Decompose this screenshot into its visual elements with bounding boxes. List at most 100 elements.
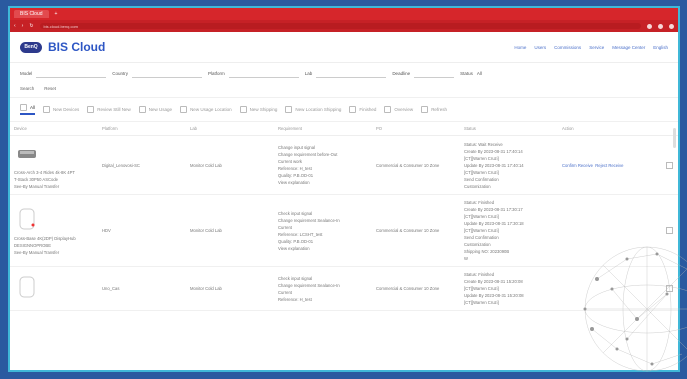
- col-requirement: Requirement: [274, 122, 372, 136]
- nav-message-center[interactable]: Message Center: [612, 45, 645, 50]
- lab-input[interactable]: [316, 69, 387, 78]
- forward-icon[interactable]: ›: [22, 23, 24, 29]
- table-row[interactable]: Cross-Arch 3-4 Rides 4k-8K 4PT T-Stack 3…: [10, 135, 678, 195]
- platform-cell: HDV: [98, 194, 186, 267]
- scrollbar[interactable]: [673, 128, 676, 148]
- filter-bar: Model Country Platform Lab Deadline Stat…: [10, 63, 678, 84]
- browser-urlbar: ‹ › ↻ bis.cloud.benq.com: [10, 20, 678, 32]
- grid-icon: [20, 104, 27, 111]
- country-label: Country: [112, 71, 129, 76]
- device-thumbnail: [14, 274, 40, 300]
- status-select[interactable]: All: [477, 71, 482, 76]
- platform-input[interactable]: [228, 69, 299, 78]
- tab-new-devices[interactable]: New Devices: [43, 106, 79, 113]
- lab-label: Lab: [304, 71, 313, 76]
- nav-language[interactable]: English: [653, 45, 668, 50]
- tab-label: Finished: [359, 107, 377, 112]
- tab-new-usage[interactable]: New Usage: [138, 106, 173, 113]
- requirement-cell: Check input signal Change requirement Se…: [274, 266, 372, 311]
- action-cell: [558, 194, 662, 267]
- benq-logo: BenQ: [20, 41, 42, 53]
- refresh-button[interactable]: Refresh: [421, 106, 447, 113]
- country-input[interactable]: [132, 69, 203, 78]
- check-icon: [349, 106, 357, 113]
- confirm-receive-button[interactable]: Confirm Receive: [562, 163, 593, 168]
- lab-cell: Monitor Cold Lab: [186, 135, 274, 195]
- col-device: Device: [10, 122, 98, 136]
- overview-icon: [384, 106, 392, 113]
- requirement-cell: Change input signal Change requirement b…: [274, 135, 372, 195]
- po-cell: Commercial & Consumer 10 Zone: [372, 135, 460, 195]
- browser-tab[interactable]: BIS Cloud: [14, 10, 49, 18]
- model-label: Model: [20, 71, 33, 76]
- po-cell: Commercial & Consumer 10 Zone: [372, 266, 460, 311]
- deadline-input[interactable]: [414, 69, 455, 78]
- device-name: Cross-Base 4K(2DP) DisplayHub DESIGNNOPR…: [14, 235, 76, 255]
- platform-cell: Digital_Lenovosi-SC: [98, 135, 186, 195]
- extension-icon[interactable]: [647, 23, 652, 29]
- tab-overview[interactable]: Overview: [384, 106, 413, 113]
- tab-label: Review Still New: [97, 107, 131, 112]
- action-cell: Confirm Receive Reject Receive: [558, 135, 662, 195]
- tab-usage-location[interactable]: New Usage Location: [180, 106, 232, 113]
- tab-label: New Devices: [53, 107, 80, 112]
- tab-all[interactable]: All: [20, 104, 36, 115]
- col-lab: Lab: [186, 122, 274, 136]
- tab-label: New Location Shipping: [295, 107, 342, 112]
- reject-receive-button[interactable]: Reject Receive: [595, 163, 623, 168]
- deadline-label: Deadline: [392, 71, 411, 76]
- tab-label: Refresh: [431, 107, 447, 112]
- po-cell: Commercial & Consumer 10 Zone: [372, 194, 460, 267]
- app-header: BenQ BIS Cloud Home Users Commissions Se…: [10, 32, 678, 63]
- reload-icon[interactable]: ↻: [29, 23, 33, 29]
- device-icon: [43, 106, 51, 113]
- status-cell: Status: Wait Receive Create By 2023-08-3…: [460, 135, 558, 195]
- nav-users[interactable]: Users: [534, 45, 546, 50]
- action-cell: [558, 266, 662, 311]
- tab-location-shipping[interactable]: New Location Shipping: [285, 106, 341, 113]
- truck-icon: [239, 106, 247, 113]
- location-icon: [180, 106, 188, 113]
- row-checkbox[interactable]: [666, 285, 673, 292]
- reset-button[interactable]: Reset: [44, 86, 56, 91]
- tab-all-label: All: [30, 105, 36, 110]
- new-tab-icon[interactable]: +: [55, 11, 58, 17]
- table-row[interactable]: Cross-Base 4K(2DP) DisplayHub DESIGNNOPR…: [10, 194, 678, 267]
- lab-cell: Monitor Cold Lab: [186, 194, 274, 267]
- row-checkbox[interactable]: [666, 161, 673, 169]
- tab-review[interactable]: Review Still New: [87, 106, 131, 113]
- nav-commissions[interactable]: Commissions: [554, 45, 581, 50]
- tab-finished[interactable]: Finished: [349, 106, 376, 113]
- device-thumbnail: [14, 140, 40, 166]
- col-po: PO: [372, 122, 460, 136]
- tab-label: New Usage Location: [190, 107, 232, 112]
- platform-label: Platform: [208, 71, 225, 76]
- tab-label: Overview: [394, 107, 414, 112]
- nav-home[interactable]: Home: [514, 45, 526, 50]
- pin-icon: [285, 106, 293, 113]
- status-toolbar: All New Devices Review Still New New Usa…: [10, 97, 678, 122]
- model-input[interactable]: [36, 69, 107, 78]
- platform-cell: Uno_Cas: [98, 266, 186, 311]
- row-checkbox[interactable]: [666, 227, 673, 234]
- table-row[interactable]: Uno_Cas Monitor Cold Lab Check input sig…: [10, 266, 678, 311]
- review-icon: [87, 106, 95, 113]
- status-cell: Status: Finished Create By 2023-08-31 15…: [460, 266, 558, 311]
- tab-shipping[interactable]: New Shipping: [239, 106, 277, 113]
- address-bar[interactable]: bis.cloud.benq.com: [39, 23, 641, 29]
- search-button[interactable]: Search: [20, 86, 34, 91]
- profile-icon[interactable]: [658, 23, 663, 29]
- device-thumbnail: [14, 206, 40, 232]
- device-name: Cross-Arch 3-4 Rides 4k-8K 4PT T-Stack 3…: [14, 170, 75, 189]
- tab-label: New Usage: [148, 107, 173, 112]
- requirement-cell: Check input signal Change requirement Se…: [274, 194, 372, 267]
- col-status: Status: [460, 122, 558, 136]
- menu-icon[interactable]: [669, 23, 674, 29]
- device-table: Device Platform Lab Requirement PO Statu…: [10, 122, 678, 311]
- app-window: BIS Cloud + ‹ › ↻ bis.cloud.benq.com Ben…: [8, 6, 680, 372]
- nav-service[interactable]: Service: [589, 45, 604, 50]
- status-cell: Status: Finished Create By 2023-08-31 17…: [460, 194, 558, 267]
- refresh-icon: [421, 106, 429, 113]
- col-platform: Platform: [98, 122, 186, 136]
- back-icon[interactable]: ‹: [14, 23, 16, 29]
